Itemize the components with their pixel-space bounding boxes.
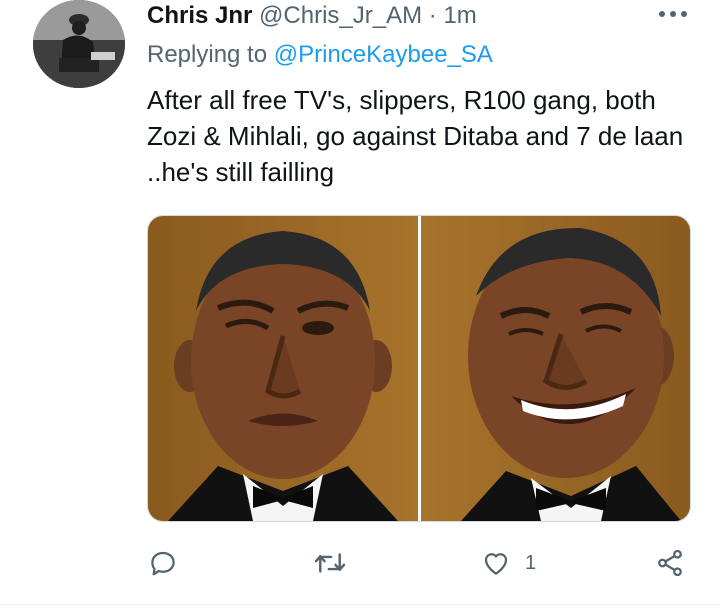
tweet-actions: 1 — [0, 540, 720, 586]
avatar[interactable] — [33, 0, 125, 88]
photo-left[interactable] — [148, 216, 418, 521]
tweet-text: After all free TV's, slippers, R100 gang… — [147, 85, 684, 187]
heart-icon — [484, 553, 508, 575]
more-options-button[interactable] — [655, 4, 691, 24]
tweet-header: Chris Jnr @Chris_Jr_AM · 1m — [147, 2, 477, 30]
photo-laughing-face-icon — [420, 216, 690, 521]
retweet-button[interactable] — [313, 540, 361, 586]
share-icon — [658, 549, 682, 577]
like-button[interactable]: 1 — [481, 540, 536, 586]
separator: · — [428, 2, 437, 29]
timestamp[interactable]: 1m — [443, 2, 476, 29]
reply-mention-link[interactable]: @PrinceKaybee_SA — [274, 41, 493, 68]
author-handle[interactable]: @Chris_Jr_AM — [259, 2, 422, 29]
reply-icon — [151, 551, 175, 576]
more-icon — [659, 11, 687, 17]
divider — [0, 604, 720, 605]
avatar-photo — [33, 0, 125, 88]
retweet-icon — [314, 553, 346, 573]
tweet-media[interactable] — [147, 215, 691, 522]
replying-to: Replying to @PrinceKaybee_SA — [147, 40, 493, 70]
like-count: 1 — [525, 551, 537, 574]
replying-to-label: Replying to — [147, 41, 268, 68]
photo-right[interactable] — [420, 216, 690, 521]
author-name[interactable]: Chris Jnr — [147, 2, 252, 29]
photo-wink-face-icon — [148, 216, 418, 521]
share-button[interactable] — [654, 540, 686, 586]
reply-button[interactable] — [148, 540, 178, 586]
